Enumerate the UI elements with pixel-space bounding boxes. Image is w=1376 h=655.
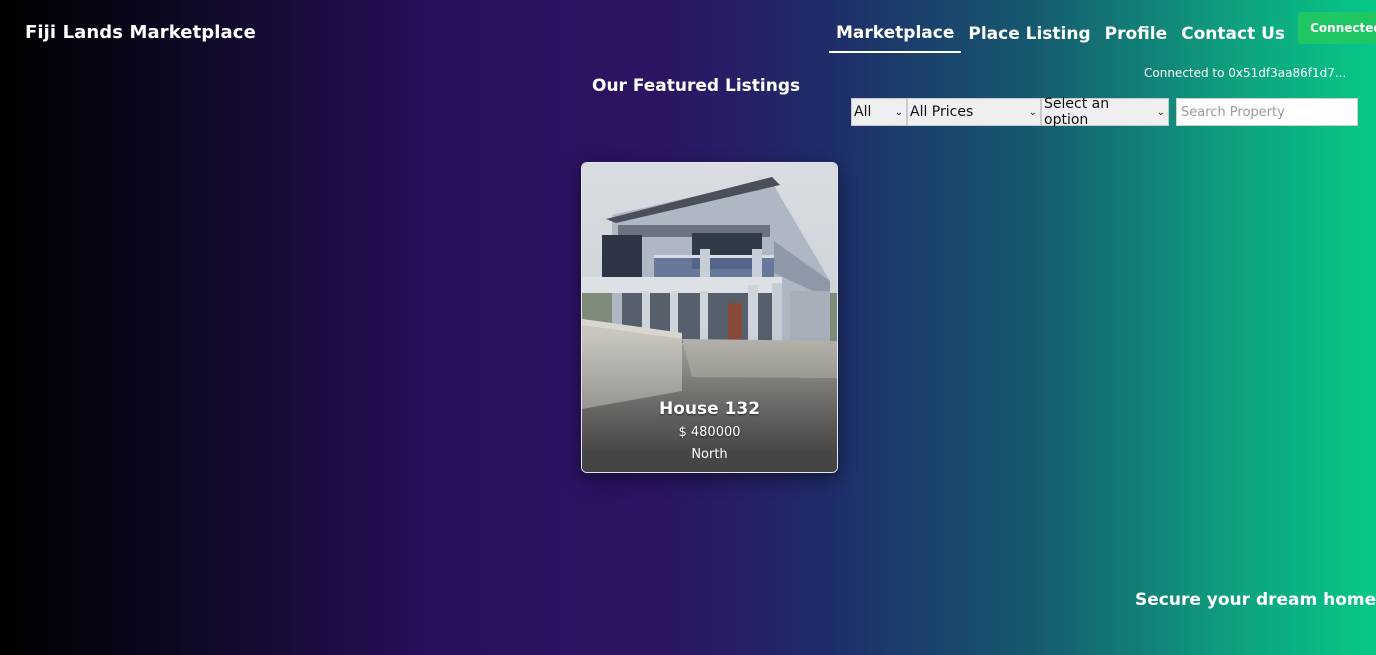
search-property-input[interactable]	[1176, 98, 1358, 126]
nav-place-listing[interactable]: Place Listing	[961, 20, 1097, 48]
wallet-connect-button[interactable]: Connected	[1298, 12, 1376, 44]
price-range-select[interactable]: All Prices ⌄	[907, 98, 1041, 126]
region-select[interactable]: Select an option ⌄	[1041, 96, 1169, 128]
chevron-down-icon: ⌄	[894, 106, 903, 118]
listing-price: $ 480000	[678, 425, 741, 440]
listing-region: North	[691, 447, 728, 462]
brand-title[interactable]: Fiji Lands Marketplace	[25, 22, 256, 43]
hero-tagline: Secure your dream home e	[1135, 590, 1376, 610]
main-nav: Marketplace Place Listing Profile Contac…	[829, 12, 1376, 53]
nav-profile[interactable]: Profile	[1098, 20, 1174, 48]
listing-filters: All ⌄ All Prices ⌄ Select an option ⌄	[851, 96, 1358, 128]
nav-contact-us[interactable]: Contact Us	[1174, 20, 1292, 48]
region-value: Select an option	[1044, 96, 1110, 128]
chevron-down-icon: ⌄	[1156, 106, 1165, 118]
featured-listings-heading: Our Featured Listings	[592, 76, 801, 96]
property-type-value: All	[854, 104, 872, 120]
chevron-down-icon: ⌄	[1028, 106, 1037, 118]
price-range-value: All Prices	[910, 104, 974, 120]
connected-address: Connected to 0x51df3aa86f1d7...	[1144, 66, 1347, 80]
listing-title: House 132	[658, 399, 761, 419]
nav-marketplace[interactable]: Marketplace	[829, 19, 962, 53]
property-type-select[interactable]: All ⌄	[851, 98, 907, 126]
listing-card[interactable]: House 132 $ 480000 North	[581, 162, 838, 473]
